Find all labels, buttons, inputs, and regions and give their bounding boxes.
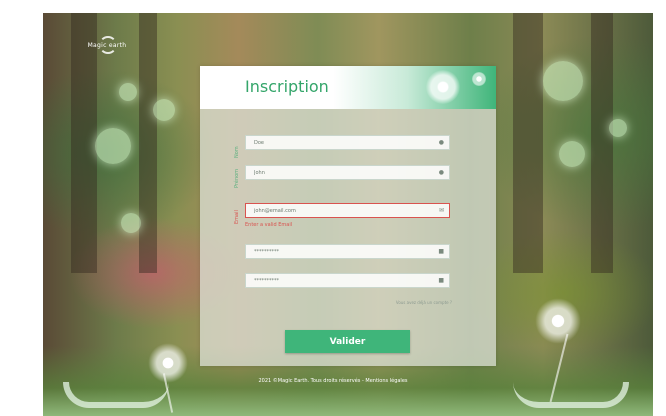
- password-input[interactable]: [246, 245, 440, 258]
- envelope-icon: ✉: [438, 207, 444, 214]
- bokeh-light: [121, 213, 141, 233]
- email-label: Email: [234, 210, 240, 224]
- dandelion-icon: [535, 298, 581, 344]
- first-name-input[interactable]: [246, 166, 440, 179]
- background-tree: [139, 13, 157, 273]
- background-tree: [513, 13, 543, 273]
- person-icon: ●: [438, 169, 444, 176]
- decorative-arc: [513, 382, 629, 408]
- form-title: Inscription: [245, 77, 329, 96]
- dandelion-seed-icon: [472, 72, 486, 86]
- email-input[interactable]: [246, 204, 440, 217]
- lock-icon: ■: [438, 277, 444, 284]
- background-tree: [591, 13, 613, 273]
- first-name-label: Prénom: [234, 168, 240, 188]
- email-field[interactable]: ✉: [245, 203, 450, 218]
- bokeh-light: [609, 119, 627, 137]
- password-confirm-input[interactable]: [246, 274, 440, 287]
- decorative-arc: [63, 382, 169, 408]
- login-link[interactable]: Vous avez déjà un compte ?: [386, 300, 452, 305]
- first-name-field[interactable]: ●: [245, 165, 450, 180]
- submit-button[interactable]: Valider: [285, 330, 410, 353]
- password-confirm-field[interactable]: ■: [245, 273, 450, 288]
- dandelion-icon: [148, 343, 188, 383]
- password-field[interactable]: ■: [245, 244, 450, 259]
- dandelion-icon: [426, 70, 460, 104]
- bokeh-light: [119, 83, 137, 101]
- last-name-field[interactable]: ●: [245, 135, 450, 150]
- footer-text: 2021 ©Magic Earth. Tous droits réservés …: [258, 378, 408, 384]
- last-name-label: Nom: [234, 146, 240, 158]
- signup-card: Inscription Nom ● Prénom ● Email ✉ Enter…: [200, 66, 496, 366]
- bokeh-light: [559, 141, 585, 167]
- last-name-input[interactable]: [246, 136, 440, 149]
- email-error-message: Enter a valid Email: [245, 222, 293, 228]
- bokeh-light: [543, 61, 583, 101]
- person-icon: ●: [438, 139, 444, 146]
- card-header: Inscription: [200, 66, 496, 109]
- bokeh-light: [95, 128, 131, 164]
- bokeh-light: [153, 99, 175, 121]
- brand-name: Magic earth: [87, 42, 127, 49]
- lock-icon: ■: [438, 248, 444, 255]
- brand-logo[interactable]: Magic earth: [79, 36, 135, 56]
